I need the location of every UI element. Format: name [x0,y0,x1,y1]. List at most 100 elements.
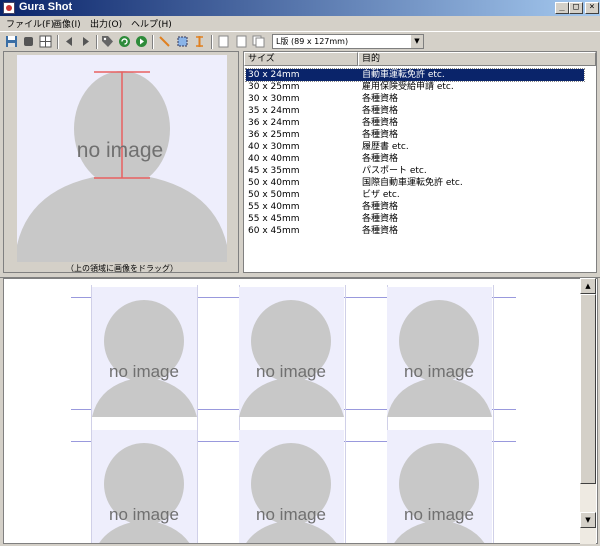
minimize-button[interactable]: _ [555,2,569,14]
ruler-vertical-icon[interactable] [193,35,206,48]
no-image-label: no image [404,505,474,524]
toolbar-separator [57,35,59,49]
toolbar-separator [96,35,98,49]
vertical-scrollbar[interactable]: ▲ ▼ [580,278,596,544]
menu-bar: ファイル(F) 画像(I) 出力(O) ヘルプ(H) [0,16,600,30]
photo-slot[interactable]: no image [92,430,197,543]
silhouette-placeholder: no image [394,443,485,543]
menu-image[interactable]: 画像(I) [53,17,81,30]
size-cell: 36 x 24mm [248,118,300,128]
copy-pages-icon[interactable] [252,35,265,48]
grid-icon[interactable] [39,35,52,48]
save-icon[interactable] [5,35,18,48]
close-button[interactable]: × [585,2,599,14]
list-item[interactable]: 36 x 25mm 各種資格 [246,129,584,141]
silhouette-placeholder: no image [99,443,190,543]
window-title: Gura Shot [19,1,73,13]
size-cell: 50 x 40mm [248,178,300,188]
size-cell: 55 x 40mm [248,202,300,212]
toolbar-separator [152,35,154,49]
no-image-label: no image [109,362,179,381]
no-image-label: no image [404,362,474,381]
list-item[interactable]: 50 x 50mm ビザ etc. [246,189,584,201]
print-sheet: no image no image no image no image no image… [71,285,516,543]
silhouette-placeholder: no image [92,300,197,417]
purpose-cell: 自動車運転免許 etc. [362,70,445,80]
size-cell: 55 x 45mm [248,214,300,224]
forward-icon[interactable] [135,35,148,48]
scroll-up-button[interactable]: ▲ [580,278,596,294]
cut-guide [197,285,198,543]
preview-pane[interactable]: no image （上の領域に画像をドラッグ） [3,51,239,273]
list-item[interactable]: 30 x 30mm 各種資格 [246,93,584,105]
scroll-down-button[interactable]: ▼ [580,512,596,528]
silhouette-placeholder: no image [17,71,227,262]
list-item[interactable]: 36 x 24mm 各種資格 [246,117,584,129]
refresh-icon[interactable] [118,35,131,48]
list-item[interactable]: 60 x 45mm 各種資格 [246,225,584,237]
purpose-cell: パスポート etc. [362,166,427,176]
silhouette-placeholder: no image [387,300,492,417]
purpose-cell: 各種資格 [362,202,399,212]
column-header-purpose[interactable]: 目的 [358,52,596,66]
list-item[interactable]: 45 x 35mm パスポート etc. [246,165,584,177]
no-image-label: no image [77,139,163,162]
crop-icon[interactable] [176,35,189,48]
photo-slot[interactable]: no image [387,287,492,417]
list-item[interactable]: 55 x 40mm 各種資格 [246,201,584,213]
paper-size-select[interactable]: L版 (89 x 127mm) ▼ [272,34,424,49]
size-cell: 40 x 30mm [248,142,300,152]
no-image-label: no image [256,505,326,524]
menu-output[interactable]: 出力(O) [90,17,122,30]
size-cell: 50 x 50mm [248,190,300,200]
tag-icon[interactable] [101,35,114,48]
page-icon[interactable] [235,35,248,48]
list-item[interactable]: 30 x 25mm 雇用保険受給申請 etc. [246,81,584,93]
ruler-diagonal-icon[interactable] [158,35,171,48]
app-icon [3,2,15,14]
size-cell: 30 x 24mm [248,70,300,80]
cut-guide [345,285,346,543]
list-item[interactable]: 50 x 40mm 国際自動車運転免許 etc. [246,177,584,189]
size-cell: 40 x 40mm [248,154,300,164]
scroll-thumb[interactable] [580,294,596,484]
list-item[interactable]: 40 x 30mm 履歴書 etc. [246,141,584,153]
menu-help[interactable]: ヘルプ(H) [131,17,172,30]
purpose-cell: 国際自動車運転免許 etc. [362,178,463,188]
photo-slot[interactable]: no image [239,430,344,543]
list-item[interactable]: 35 x 24mm 各種資格 [246,105,584,117]
purpose-cell: 各種資格 [362,214,399,224]
drag-hint: （上の領域に画像をドラッグ） [66,264,178,273]
preview-canvas[interactable]: no image [17,55,227,262]
title-bar[interactable]: Gura Shot _ □ × [0,0,600,16]
prev-icon[interactable] [63,35,76,48]
maximize-button[interactable]: □ [569,2,583,14]
stop-icon[interactable] [22,35,35,48]
no-image-label: no image [256,362,326,381]
toolbar-separator [211,35,213,49]
menu-file[interactable]: ファイル(F) [6,17,54,30]
cut-guide [493,285,494,543]
chevron-down-icon[interactable]: ▼ [410,35,423,48]
purpose-cell: 雇用保険受給申請 etc. [362,82,454,92]
photo-slot[interactable]: no image [92,287,197,417]
print-layout-pane[interactable]: no image no image no image no image no image… [3,278,598,544]
purpose-cell: 履歴書 etc. [362,142,409,152]
column-header-size[interactable]: サイズ [244,52,358,66]
silhouette-placeholder: no image [246,443,337,543]
photo-slot[interactable]: no image [387,430,492,543]
size-list[interactable]: サイズ 目的 30 x 24mm 自動車運転免許 etc. 30 x 25mm 雇用保… [243,51,597,273]
list-item[interactable]: 40 x 40mm 各種資格 [246,153,584,165]
toolbar: L版 (89 x 127mm) ▼ [0,31,600,49]
list-item[interactable]: 30 x 24mm 自動車運転免許 etc. [245,68,585,82]
purpose-cell: 各種資格 [362,130,399,140]
photo-slot[interactable]: no image [239,287,344,417]
page-icon[interactable] [217,35,230,48]
next-icon[interactable] [79,35,92,48]
list-item[interactable]: 55 x 45mm 各種資格 [246,213,584,225]
size-cell: 36 x 25mm [248,130,300,140]
size-cell: 35 x 24mm [248,106,300,116]
purpose-cell: 各種資格 [362,118,399,128]
purpose-cell: ビザ etc. [362,190,400,200]
purpose-cell: 各種資格 [362,226,399,236]
